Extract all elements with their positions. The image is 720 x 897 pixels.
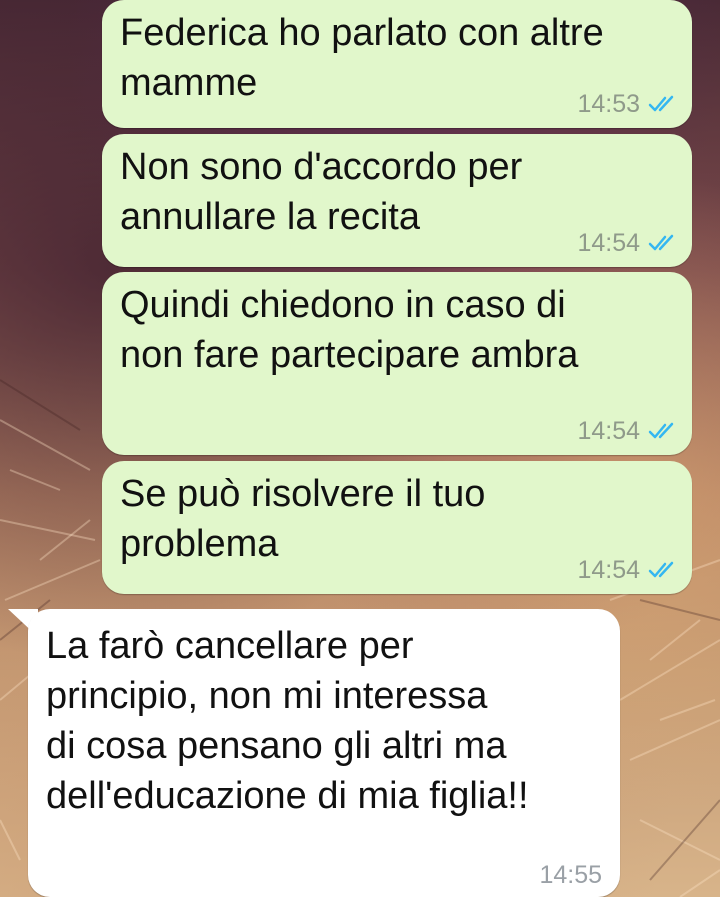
double-check-read-icon xyxy=(648,234,674,251)
incoming-message-bubble[interactable]: La farò cancellare per principio, non mi… xyxy=(28,609,620,897)
message-meta: 14:54 xyxy=(577,417,678,445)
message-meta: 14:54 xyxy=(577,556,678,584)
message-time: 14:54 xyxy=(577,417,640,445)
outgoing-message-bubble[interactable]: Quindi chiedono in caso di non fare part… xyxy=(102,272,692,455)
outgoing-message-bubble[interactable]: Se può risolvere il tuo problema 14:54 xyxy=(102,461,692,594)
message-meta: 14:53 xyxy=(577,90,678,118)
message-text: Se può risolvere il tuo problema xyxy=(120,473,486,565)
message-time: 14:54 xyxy=(577,229,640,257)
message-text: Quindi chiedono in caso di non fare part… xyxy=(120,284,579,376)
message-time: 14:55 xyxy=(539,861,602,889)
double-check-read-icon xyxy=(648,95,674,112)
message-text: Non sono d'accordo per annullare la reci… xyxy=(120,146,523,238)
outgoing-message-bubble[interactable]: Federica ho parlato con altre mamme 14:5… xyxy=(102,0,692,128)
message-meta: 14:55 xyxy=(539,861,602,889)
message-meta: 14:54 xyxy=(577,229,678,257)
double-check-read-icon xyxy=(648,422,674,439)
message-time: 14:54 xyxy=(577,556,640,584)
message-time: 14:53 xyxy=(577,90,640,118)
message-text: La farò cancellare per principio, non mi… xyxy=(46,625,529,817)
outgoing-message-bubble[interactable]: Non sono d'accordo per annullare la reci… xyxy=(102,134,692,267)
double-check-read-icon xyxy=(648,561,674,578)
